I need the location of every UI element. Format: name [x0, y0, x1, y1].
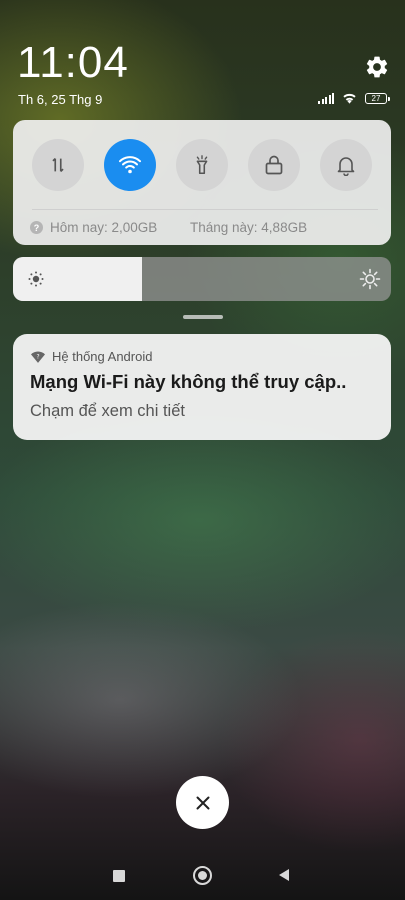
- toggle-lock-screen[interactable]: [248, 139, 300, 191]
- wifi-question-icon: ?: [31, 350, 45, 363]
- clock[interactable]: 11:04: [17, 38, 129, 88]
- notification-card[interactable]: ? Hệ thống Android Mạng Wi-Fi này không …: [13, 334, 391, 440]
- data-usage-icon: ?: [30, 221, 43, 234]
- clear-notifications-button[interactable]: [176, 776, 229, 829]
- panel-divider: [32, 209, 378, 210]
- recents-button[interactable]: [113, 870, 125, 882]
- toggle-wifi[interactable]: [104, 139, 156, 191]
- status-bar-icons: 27: [318, 92, 390, 104]
- flashlight-icon: [196, 155, 208, 175]
- panel-drag-handle[interactable]: [183, 315, 223, 319]
- toggle-mobile-data[interactable]: [32, 139, 84, 191]
- brightness-low-icon: [28, 271, 44, 287]
- bell-icon: [337, 157, 355, 176]
- data-transfer-icon: [52, 157, 64, 173]
- battery-icon: 27: [365, 92, 390, 104]
- settings-button[interactable]: [364, 54, 390, 80]
- home-button[interactable]: [193, 866, 212, 885]
- brightness-high-icon: [359, 268, 381, 290]
- data-usage-month[interactable]: Tháng này: 4,88GB: [190, 220, 307, 235]
- date[interactable]: Th 6, 25 Thg 9: [18, 92, 102, 107]
- data-usage-today-label: Hôm nay: 2,00GB: [50, 220, 158, 235]
- svg-text:?: ?: [36, 354, 39, 360]
- battery-level: 27: [371, 93, 381, 103]
- toggle-flashlight[interactable]: [176, 139, 228, 191]
- close-icon: [196, 796, 209, 809]
- back-button[interactable]: [278, 868, 290, 882]
- notification-app-name: Hệ thống Android: [52, 349, 153, 364]
- brightness-slider[interactable]: [13, 257, 391, 301]
- toggle-silent[interactable]: [320, 139, 372, 191]
- lock-icon: [265, 155, 283, 175]
- notification-header: ? Hệ thống Android: [31, 349, 152, 364]
- wifi-status-icon: [343, 93, 356, 104]
- data-usage-today[interactable]: ? Hôm nay: 2,00GB: [30, 220, 157, 235]
- notification-title: Mạng Wi-Fi này không thể truy cập..: [30, 371, 347, 392]
- notification-text: Chạm để xem chi tiết: [30, 402, 185, 420]
- signal-strength-icon: [318, 92, 334, 104]
- gear-icon: [366, 56, 388, 78]
- wifi-icon: [119, 156, 141, 174]
- navigation-bar: [0, 862, 405, 890]
- quick-toggles-panel: ? Hôm nay: 2,00GB Tháng này: 4,88GB: [13, 120, 391, 245]
